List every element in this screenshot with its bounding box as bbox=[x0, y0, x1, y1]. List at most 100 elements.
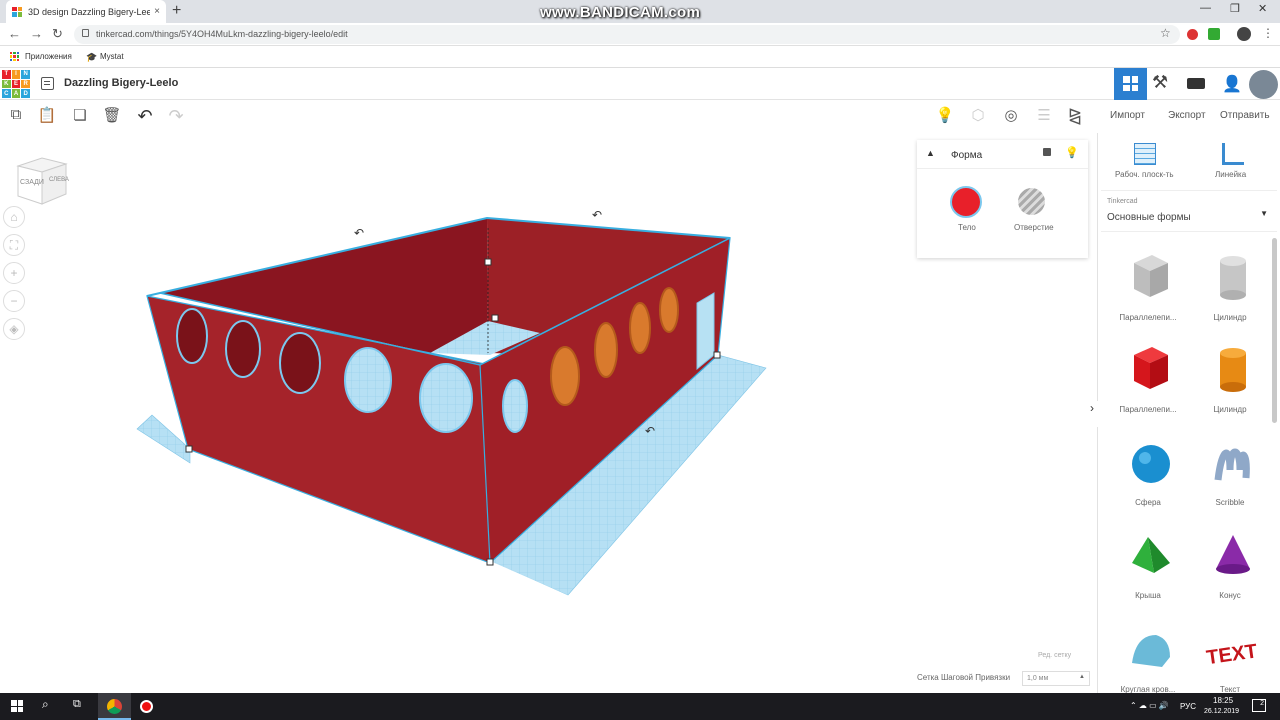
window-hole[interactable] bbox=[176, 308, 208, 364]
redo-icon[interactable]: ↷ bbox=[166, 106, 186, 126]
resize-handle[interactable] bbox=[185, 445, 193, 453]
back-icon[interactable]: ← bbox=[8, 26, 21, 41]
chrome-taskbar-button[interactable] bbox=[98, 693, 131, 720]
3d-view-grid-icon[interactable] bbox=[1114, 68, 1147, 100]
resize-handle[interactable] bbox=[484, 258, 492, 266]
window-hole[interactable] bbox=[594, 322, 618, 378]
browser-tab[interactable]: 3D design Dazzling Bigery-Leelo × bbox=[6, 0, 166, 23]
maximize-icon[interactable]: ❐ bbox=[1230, 2, 1240, 15]
view-cube-back-label[interactable]: СЗАДИ bbox=[20, 179, 44, 186]
solid-color-swatch[interactable] bbox=[950, 186, 982, 218]
shape-round-roof[interactable]: Круглая кров... bbox=[1108, 623, 1188, 694]
mirror-icon[interactable]: ⧎ bbox=[1065, 106, 1085, 126]
shape-library-select[interactable]: Tinkercad Основные формы ▼ bbox=[1101, 190, 1277, 232]
group-icon[interactable]: ⬡ bbox=[968, 106, 988, 126]
undo-icon[interactable]: ↶ bbox=[135, 106, 155, 126]
collapse-panel-icon[interactable]: ▲ bbox=[926, 148, 935, 158]
add-user-icon[interactable]: 👤 bbox=[1222, 74, 1242, 94]
export-button[interactable]: Экспорт bbox=[1168, 110, 1206, 121]
design-title[interactable]: Dazzling Bigery-Leelo bbox=[64, 77, 178, 89]
snap-grid-select[interactable]: 1,0 мм ▲ bbox=[1022, 671, 1090, 686]
ruler-tool-icon[interactable] bbox=[1222, 143, 1244, 165]
send-button[interactable]: Отправить bbox=[1220, 110, 1270, 121]
paste-icon[interactable]: 📋 bbox=[37, 106, 57, 126]
design-list-icon[interactable] bbox=[41, 77, 54, 90]
shape-cylinder[interactable]: Цилиндр bbox=[1190, 343, 1270, 414]
tinkercad-logo[interactable]: TIN KER CAD bbox=[2, 70, 30, 98]
resize-handle[interactable] bbox=[713, 351, 721, 359]
clock-time[interactable]: 18:25 bbox=[1213, 696, 1233, 705]
bandicam-icon[interactable] bbox=[140, 700, 153, 713]
shape-scribble[interactable]: Scribble bbox=[1190, 436, 1270, 507]
align-icon[interactable]: ☰ bbox=[1034, 106, 1054, 126]
forward-icon[interactable]: → bbox=[30, 26, 43, 41]
duplicate-icon[interactable]: ❏ bbox=[70, 106, 90, 126]
fit-view-icon[interactable]: ⛶ bbox=[3, 234, 25, 256]
codeblocks-pickaxe-icon[interactable]: ⚒ bbox=[1152, 72, 1168, 93]
bricks-icon[interactable] bbox=[1187, 78, 1205, 89]
ungroup-icon[interactable]: ◎ bbox=[1001, 106, 1021, 126]
zoom-out-icon[interactable]: − bbox=[3, 290, 25, 312]
window-hole[interactable] bbox=[344, 347, 392, 413]
close-window-icon[interactable]: ✕ bbox=[1258, 2, 1267, 15]
window-hole[interactable] bbox=[279, 332, 321, 394]
hide-shape-icon[interactable]: 💡 bbox=[1065, 146, 1079, 159]
perspective-icon[interactable]: ◈ bbox=[3, 318, 25, 340]
adblock-extension-icon[interactable] bbox=[1187, 29, 1198, 40]
window-hole[interactable] bbox=[502, 379, 528, 433]
bookmark-mystat[interactable]: Mystat bbox=[100, 52, 124, 61]
tab-close-icon[interactable]: × bbox=[154, 6, 160, 17]
rotate-handle-icon[interactable]: ↶ bbox=[592, 208, 602, 222]
home-view-icon[interactable]: ⌂ bbox=[3, 206, 25, 228]
workplane-tool-label[interactable]: Рабоч. плоск-ть bbox=[1115, 170, 1174, 179]
task-view-icon[interactable]: ⧉ bbox=[73, 698, 81, 711]
reload-icon[interactable]: ↻ bbox=[52, 26, 63, 42]
shape-box-hole[interactable]: Параллелепи... bbox=[1108, 251, 1188, 322]
window-hole[interactable] bbox=[550, 346, 580, 406]
light-bulb-icon[interactable]: 💡 bbox=[935, 106, 955, 126]
profile-avatar[interactable] bbox=[1237, 27, 1251, 41]
search-icon[interactable]: ⌕ bbox=[42, 697, 49, 712]
shape-cylinder-hole[interactable]: Цилиндр bbox=[1190, 251, 1270, 322]
window-hole[interactable] bbox=[629, 302, 651, 354]
sidebar-scrollbar[interactable] bbox=[1272, 238, 1277, 423]
import-button[interactable]: Импорт bbox=[1110, 110, 1145, 121]
shape-box[interactable]: Параллелепи... bbox=[1108, 343, 1188, 414]
window-hole[interactable] bbox=[659, 287, 679, 333]
copy-icon[interactable]: ⧉ bbox=[6, 106, 26, 126]
hole-swatch[interactable] bbox=[1018, 188, 1045, 215]
shape-roof[interactable]: Крыша bbox=[1108, 529, 1188, 600]
language-indicator[interactable]: РУС bbox=[1180, 702, 1196, 711]
delete-icon[interactable]: 🗑 bbox=[102, 106, 122, 126]
expand-sidebar-icon[interactable]: › bbox=[1086, 401, 1098, 427]
user-avatar[interactable] bbox=[1249, 70, 1278, 99]
ruler-tool-label[interactable]: Линейка bbox=[1215, 170, 1246, 179]
bookmark-apps[interactable]: Приложения bbox=[25, 52, 72, 61]
door-hole[interactable] bbox=[696, 292, 715, 371]
bookmark-star-icon[interactable]: ☆ bbox=[1160, 26, 1171, 40]
view-cube[interactable]: СЗАДИ СЛЕВА bbox=[16, 156, 69, 213]
edit-grid-button[interactable]: Ред. сетку bbox=[1038, 652, 1071, 659]
workplane-tool-icon[interactable] bbox=[1134, 143, 1156, 165]
shape-cone[interactable]: Конус bbox=[1190, 529, 1270, 600]
tray-icons[interactable]: ⌃ ☁ ▭ 🔊 bbox=[1130, 701, 1169, 710]
extension-icon[interactable] bbox=[1208, 28, 1220, 40]
lock-shape-icon[interactable] bbox=[1043, 148, 1051, 156]
window-hole[interactable] bbox=[419, 363, 473, 433]
notifications-icon[interactable]: 2 bbox=[1252, 699, 1266, 712]
rotate-handle-icon[interactable]: ↶ bbox=[645, 424, 655, 438]
rotate-handle-icon[interactable]: ↶ bbox=[354, 226, 364, 240]
zoom-in-icon[interactable]: + bbox=[3, 262, 25, 284]
view-cube-left-label[interactable]: СЛЕВА bbox=[49, 177, 69, 183]
resize-handle[interactable] bbox=[491, 314, 499, 322]
clock-date[interactable]: 26.12.2019 bbox=[1204, 708, 1239, 715]
window-hole[interactable] bbox=[225, 320, 261, 378]
shape-sphere[interactable]: Сфера bbox=[1108, 436, 1188, 507]
windows-start-icon[interactable] bbox=[11, 700, 23, 712]
resize-handle[interactable] bbox=[486, 558, 494, 566]
url-field[interactable]: tinkercad.com/things/5Y4OH4MuLkm-dazzlin… bbox=[74, 25, 1180, 44]
minimize-icon[interactable]: — bbox=[1200, 2, 1211, 14]
browser-menu-icon[interactable]: ⋮ bbox=[1262, 26, 1274, 40]
new-tab-button[interactable]: + bbox=[172, 2, 181, 20]
shape-text[interactable]: TEXT Текст bbox=[1190, 623, 1270, 694]
